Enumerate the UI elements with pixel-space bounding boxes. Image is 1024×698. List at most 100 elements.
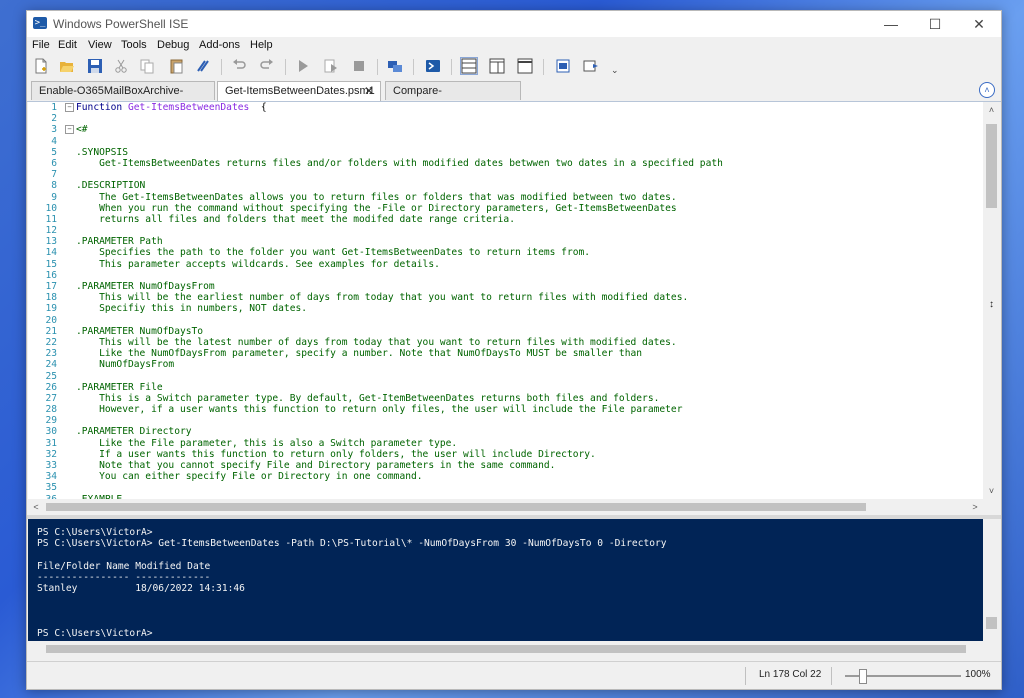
code-line: 19 Specifiy this in numbers, NOT dates. — [28, 303, 983, 314]
toolbar-overflow-icon[interactable]: ⌄ — [611, 65, 619, 76]
console-line: File/Folder Name Modified Date — [37, 560, 211, 572]
layout-max-icon[interactable] — [517, 58, 533, 74]
line-number: 13 — [45, 236, 57, 248]
toolbar-separator — [285, 59, 286, 75]
tab-compare-textstrings[interactable]: Compare-TextStrings.psm1 — [385, 81, 521, 116]
code-token: Specifies the path to the folder you wan… — [76, 247, 591, 259]
toolbar-separator — [221, 59, 222, 75]
remote-icon[interactable] — [387, 58, 403, 74]
code-text: .PARAMETER NumOfDaysFrom — [76, 281, 215, 292]
console-line: Stanley 18/06/2022 14:31:46 — [37, 582, 245, 594]
line-number: 22 — [45, 336, 57, 348]
fold-toggle-icon[interactable]: − — [65, 125, 74, 135]
console-horizontal-scrollbar[interactable] — [28, 641, 983, 657]
editor-horizontal-scrollbar[interactable]: ˂ ˃ — [28, 499, 983, 515]
scroll-thumb[interactable] — [986, 124, 997, 208]
script-editor[interactable]: 1− Function Get-ItemsBetweenDates {2 3− <# 4… — [28, 102, 983, 499]
code-text: This will be the latest number of days f… — [76, 337, 677, 348]
code-line: 2 — [28, 113, 983, 124]
collapse-script-pane-icon[interactable]: ˄ — [979, 82, 995, 98]
code-line: 11 returns all files and folders that me… — [28, 214, 983, 225]
scroll-left-icon[interactable]: ˂ — [28, 499, 44, 515]
console-vertical-scrollbar[interactable] — [983, 519, 1000, 641]
clear-icon[interactable] — [195, 58, 211, 74]
scroll-thumb[interactable] — [986, 617, 997, 629]
tab-get-itemsbetweendates[interactable]: Get-ItemsBetweenDates.psm1 ✕ — [217, 81, 381, 101]
code-line: 6 Get-ItemsBetweenDates returns files an… — [28, 158, 983, 169]
code-text: .SYNOPSIS — [76, 147, 128, 158]
code-line: 10 When you run the command without spec… — [28, 203, 983, 214]
zoom-slider-thumb[interactable] — [859, 669, 868, 684]
copy-icon[interactable] — [139, 58, 155, 74]
code-token: returns all files and folders that meet … — [76, 213, 515, 225]
line-number: 15 — [45, 258, 57, 270]
scroll-right-icon[interactable]: ˃ — [967, 499, 983, 515]
code-line: 32 If a user wants this function to retu… — [28, 449, 983, 460]
layout-right-icon[interactable] — [489, 58, 505, 74]
close-button[interactable]: ✕ — [957, 11, 1001, 37]
code-text: This is a Switch parameter type. By defa… — [76, 393, 659, 404]
code-line: 16 — [28, 270, 983, 281]
menu-addons[interactable]: Add-ons — [199, 39, 240, 51]
code-token: .PARAMETER NumOfDaysTo — [76, 325, 204, 337]
powershell-icon[interactable] — [425, 58, 441, 74]
scroll-up-icon[interactable]: ˄ — [983, 102, 1000, 118]
line-number: 17 — [45, 281, 57, 292]
tab-close-icon[interactable]: ✕ — [364, 82, 374, 101]
tab-enable-o365mailboxarchive[interactable]: Enable-O365MailBoxArchive-USA.ps1 — [31, 81, 215, 116]
toolbar: ⌄ — [27, 55, 1001, 79]
maximize-button[interactable]: ☐ — [913, 11, 957, 37]
run-icon[interactable] — [295, 58, 311, 74]
code-text: Like the NumOfDaysFrom parameter, specif… — [76, 348, 642, 359]
console-pane[interactable]: PS C:\Users\VictorA> PS C:\Users\VictorA>… — [28, 519, 983, 641]
menu-debug[interactable]: Debug — [157, 39, 189, 51]
scroll-thumb[interactable] — [46, 503, 866, 511]
fold-toggle-icon[interactable]: − — [65, 103, 74, 112]
code-line: 31 Like the File parameter, this is also… — [28, 438, 983, 449]
code-token: Function — [76, 102, 128, 113]
run-selection-icon[interactable] — [323, 58, 339, 74]
code-token: When you run the command without specify… — [76, 202, 677, 214]
code-text: .PARAMETER Path — [76, 236, 163, 247]
code-text: returns all files and folders that meet … — [76, 214, 515, 225]
title-bar[interactable]: >_ Windows PowerShell ISE — ☐ ✕ — [27, 11, 1001, 37]
paste-icon[interactable] — [169, 58, 185, 74]
menu-tools[interactable]: Tools — [121, 39, 147, 51]
code-line: 4 — [28, 136, 983, 147]
layout-top-icon[interactable] — [460, 57, 478, 75]
show-command-icon[interactable] — [555, 58, 571, 74]
new-file-icon[interactable] — [33, 58, 49, 74]
code-line: 5 .SYNOPSIS — [28, 147, 983, 158]
minimize-button[interactable]: — — [869, 11, 913, 37]
menu-edit[interactable]: Edit — [58, 39, 77, 51]
toolbar-separator — [377, 59, 378, 75]
scroll-thumb[interactable] — [46, 645, 966, 653]
undo-icon[interactable] — [231, 58, 247, 74]
code-token: Like the NumOfDaysFrom parameter, specif… — [76, 348, 643, 360]
code-text: If a user wants this function to return … — [76, 449, 596, 460]
show-addon-icon[interactable] — [583, 58, 599, 74]
scroll-down-icon[interactable]: ˅ — [983, 483, 1000, 499]
console-line: PS C:\Users\VictorA> Get-ItemsBetweenDat… — [37, 538, 667, 550]
toolbar-separator — [543, 59, 544, 75]
menu-view[interactable]: View — [88, 39, 112, 51]
line-number: 9 — [51, 191, 57, 203]
script-tabs: Enable-O365MailBoxArchive-USA.ps1 Get-It… — [27, 79, 1001, 116]
line-number: 6 — [51, 157, 57, 169]
cut-icon[interactable] — [113, 58, 129, 74]
code-line: 13 .PARAMETER Path — [28, 236, 983, 247]
menu-help[interactable]: Help — [250, 39, 273, 51]
open-icon[interactable] — [59, 58, 75, 74]
code-token: { — [249, 102, 267, 113]
code-line: 34 You can either specify File or Direct… — [28, 471, 983, 482]
menu-file[interactable]: File — [32, 39, 50, 51]
code-token: Specifiy this in numbers, NOT dates. — [76, 303, 308, 315]
code-line: 30 .PARAMETER Directory — [28, 426, 983, 437]
toolbar-separator — [451, 59, 452, 75]
code-token: .PARAMETER Directory — [76, 426, 192, 438]
stop-icon[interactable] — [351, 58, 367, 74]
save-icon[interactable] — [87, 58, 103, 74]
redo-icon[interactable] — [259, 58, 275, 74]
code-token: .SYNOPSIS — [76, 146, 128, 158]
